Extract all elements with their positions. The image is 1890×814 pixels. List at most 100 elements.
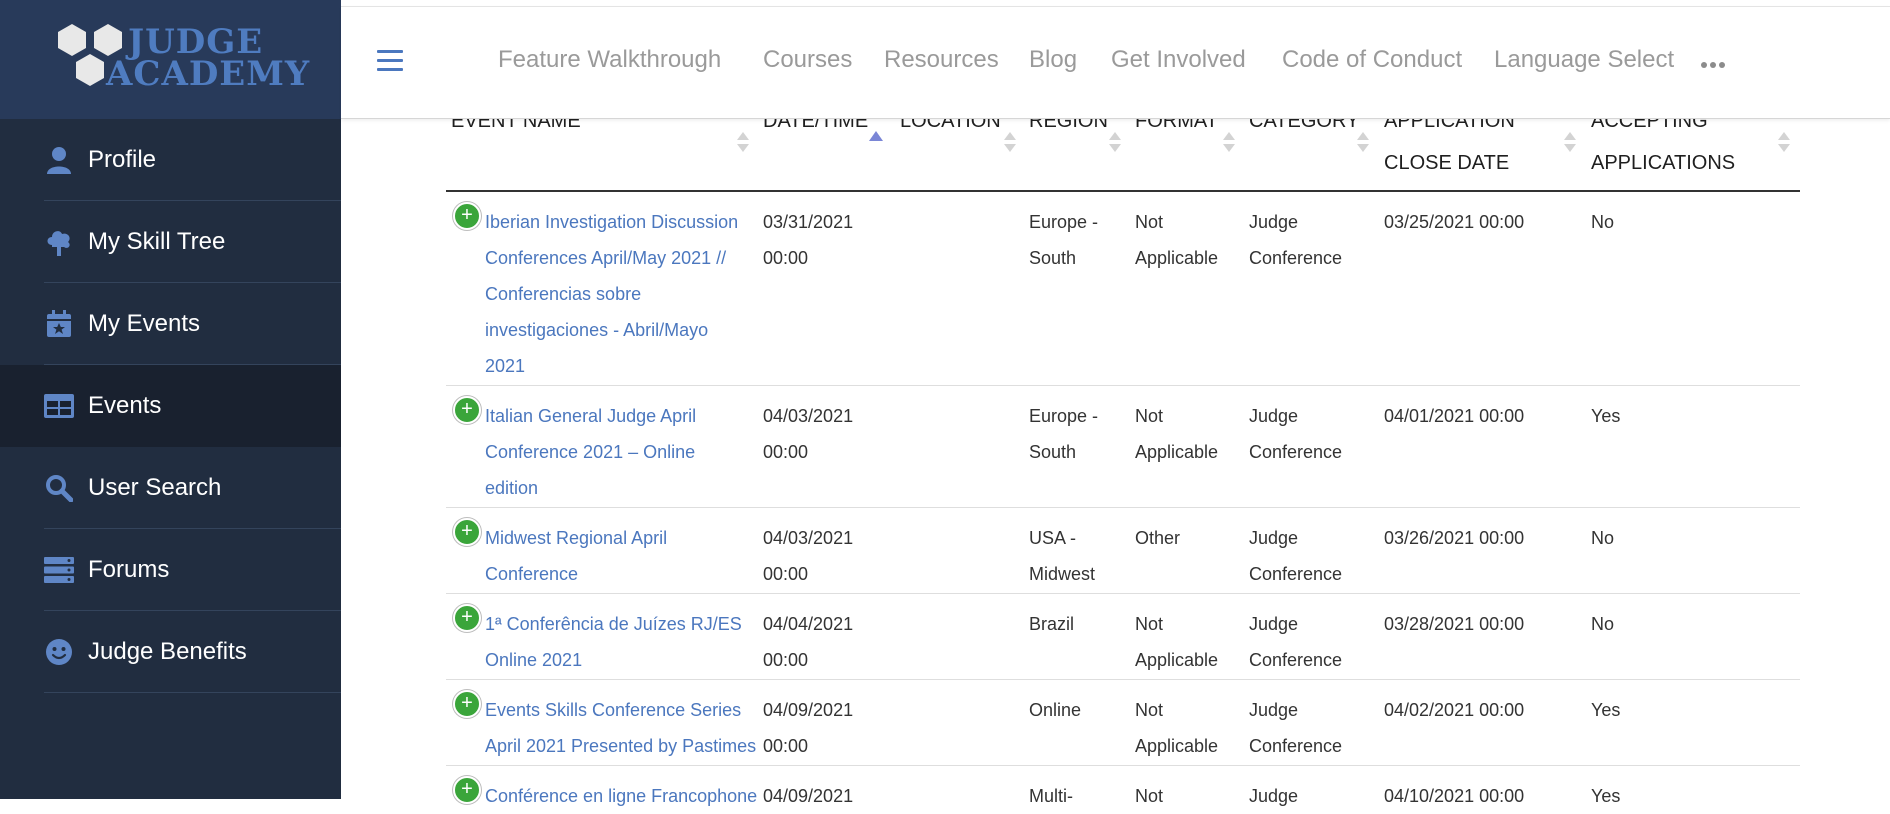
event-name-link[interactable]: Conférence en ligne Francophone [485, 778, 757, 814]
ellipsis-icon[interactable] [1701, 62, 1727, 70]
event-name-link[interactable]: Iberian Investigation Discussion [485, 204, 738, 240]
event-format-cell: Not [1135, 786, 1164, 806]
event-date-cell: 00:00 [763, 736, 809, 756]
event-region-cell: South [1029, 442, 1077, 462]
sidebar-item-my-events[interactable]: My Events [0, 283, 341, 365]
sidebar-item-label: My Skill Tree [88, 228, 226, 255]
application-close-date-cell: 04/01/2021 00:00 [1384, 406, 1525, 426]
expand-row-plus-icon[interactable]: + [453, 776, 481, 804]
accepting-applications-cell: Yes [1591, 700, 1621, 720]
event-name-link[interactable]: Conference [485, 556, 578, 592]
sidebar-item-forums[interactable]: Forums [0, 529, 341, 611]
nav-link-courses[interactable]: Courses [763, 46, 852, 74]
sort-icon[interactable] [1357, 132, 1369, 154]
expand-row-plus-icon[interactable]: + [453, 690, 481, 718]
sidebar: JUDGE ACADEMY Profile My Skill Tree My E… [0, 0, 341, 799]
sort-ascending-icon[interactable] [869, 131, 883, 141]
event-category-cell: Conference [1249, 736, 1343, 756]
column-header-label: CLOSE DATE [1384, 152, 1510, 174]
row-divider [446, 385, 1800, 386]
sort-icon[interactable] [1109, 132, 1121, 154]
event-name-link[interactable]: 2021 [485, 348, 525, 384]
divider [44, 692, 341, 693]
tree-icon [44, 227, 74, 257]
event-format-cell: Other [1135, 528, 1181, 548]
hamburger-icon[interactable] [377, 50, 403, 72]
accepting-applications-cell: Yes [1591, 786, 1621, 806]
nav-link-get-involved[interactable]: Get Involved [1111, 46, 1246, 74]
event-format-cell: Applicable [1135, 650, 1219, 670]
application-close-date-cell: 04/10/2021 00:00 [1384, 786, 1525, 806]
sidebar-item-judge-benefits[interactable]: Judge Benefits [0, 611, 341, 693]
application-close-date-cell: 04/02/2021 00:00 [1384, 700, 1525, 720]
user-icon [44, 145, 74, 175]
logo[interactable]: JUDGE ACADEMY [0, 0, 341, 119]
logo-text: JUDGE ACADEMY [106, 25, 311, 94]
sort-icon[interactable] [1223, 132, 1235, 154]
event-format-cell: Applicable [1135, 442, 1219, 462]
sort-icon[interactable] [1564, 132, 1576, 154]
sidebar-item-events[interactable]: Events [0, 365, 341, 447]
event-name-link[interactable]: Conference 2021 – Online [485, 434, 695, 470]
sidebar-item-label: My Events [88, 310, 201, 337]
event-format-cell: Not [1135, 406, 1164, 426]
nav-link-language-select[interactable]: Language Select [1494, 46, 1674, 74]
row-divider [446, 679, 1800, 680]
expand-row-plus-icon[interactable]: + [453, 518, 481, 546]
sort-icon[interactable] [1004, 132, 1016, 154]
top-border [341, 6, 1890, 7]
expand-row-plus-icon[interactable]: + [453, 604, 481, 632]
row-divider [446, 593, 1800, 594]
event-category-cell: Judge [1249, 614, 1299, 634]
logo-line-2: ACADEMY [106, 54, 311, 94]
event-name-link[interactable]: Conferences April/May 2021 // [485, 240, 726, 276]
event-category-cell: Conference [1249, 442, 1343, 462]
event-name-link[interactable]: Conferencias sobre [485, 276, 641, 312]
calendar-star-icon [44, 309, 74, 339]
event-date-cell: 00:00 [763, 650, 809, 670]
event-date-cell: 04/03/2021 [763, 528, 854, 548]
event-region-cell: USA - [1029, 528, 1077, 548]
event-name-link[interactable]: investigaciones - Abril/Mayo [485, 312, 708, 348]
event-format-cell: Applicable [1135, 736, 1219, 756]
application-close-date-cell: 03/25/2021 00:00 [1384, 212, 1525, 232]
event-name-link[interactable]: Online 2021 [485, 642, 582, 678]
event-date-cell: 04/09/2021 [763, 700, 854, 720]
event-name-link[interactable]: Italian General Judge April [485, 398, 696, 434]
event-name-link[interactable]: Midwest Regional April [485, 520, 667, 556]
expand-row-plus-icon[interactable]: + [453, 202, 481, 230]
event-format-cell: Not [1135, 212, 1164, 232]
event-region-cell: Europe - [1029, 406, 1099, 426]
sidebar-item-my-skill-tree[interactable]: My Skill Tree [0, 201, 341, 283]
event-name-link[interactable]: edition [485, 470, 538, 506]
sidebar-item-label: Forums [88, 556, 170, 583]
sidebar-item-user-search[interactable]: User Search [0, 447, 341, 529]
sidebar-item-profile[interactable]: Profile [0, 119, 341, 201]
sort-icon[interactable] [1778, 132, 1790, 154]
event-region-cell: Europe - [1029, 212, 1099, 232]
event-region-cell: Multi- [1029, 786, 1073, 806]
row-divider [446, 765, 1800, 766]
event-name-link[interactable]: April 2021 Presented by Pastimes [485, 728, 756, 764]
event-category-cell: Judge [1249, 528, 1299, 548]
event-category-cell: Conference [1249, 650, 1343, 670]
sidebar-item-label: Events [88, 392, 162, 419]
event-date-cell: 04/04/2021 [763, 614, 854, 634]
event-category-cell: Judge [1249, 700, 1299, 720]
event-name-link[interactable]: Events Skills Conference Series [485, 692, 741, 728]
nav-link-feature-walkthrough[interactable]: Feature Walkthrough [498, 46, 721, 74]
nav-link-resources[interactable]: Resources [884, 46, 999, 74]
accepting-applications-cell: No [1591, 614, 1615, 634]
event-format-cell: Applicable [1135, 248, 1219, 268]
nav-link-blog[interactable]: Blog [1029, 46, 1077, 74]
server-icon [44, 555, 74, 585]
sort-icon[interactable] [737, 132, 749, 154]
event-category-cell: Judge [1249, 786, 1299, 806]
accepting-applications-cell: No [1591, 528, 1615, 548]
expand-row-plus-icon[interactable]: + [453, 396, 481, 424]
event-category-cell: Conference [1249, 248, 1343, 268]
application-close-date-cell: 03/26/2021 00:00 [1384, 528, 1525, 548]
events-table: EVENT NAME DATE/TIME LOCATION REGION FOR… [446, 0, 1800, 806]
event-name-link[interactable]: 1ª Conferência de Juízes RJ/ES [485, 606, 742, 642]
nav-link-code-of-conduct[interactable]: Code of Conduct [1282, 46, 1462, 74]
